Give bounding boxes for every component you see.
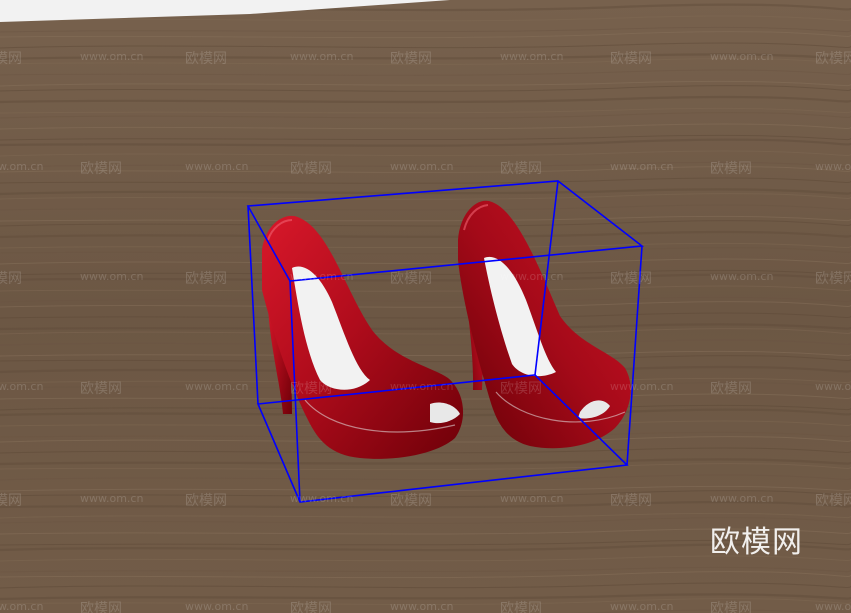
3d-viewport[interactable]: 欧模网www.om.cn欧模网www.om.cn欧模网www.om.cn欧模网w… xyxy=(0,0,851,613)
watermark-logo: 欧模网 xyxy=(710,525,803,560)
